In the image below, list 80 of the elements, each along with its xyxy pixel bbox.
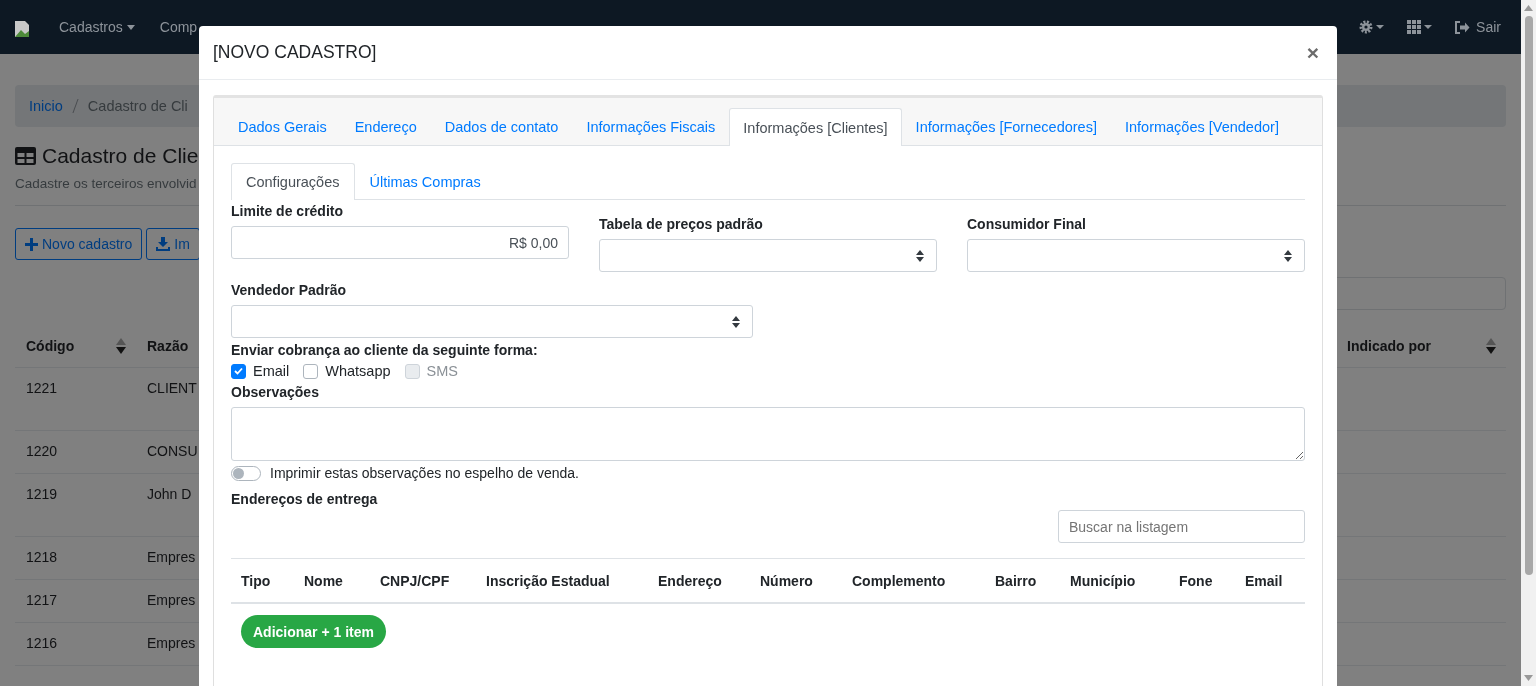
tab[interactable]: Informações Fiscais (572, 108, 730, 145)
column-header[interactable]: Código (26, 338, 75, 354)
checkbox[interactable] (231, 363, 246, 379)
column-header: Email (1245, 572, 1284, 589)
table-cell: 1220 (26, 443, 58, 459)
tab[interactable]: Informações [Clientes] (729, 108, 902, 146)
select-field[interactable] (967, 239, 1305, 272)
exit-icon (1455, 20, 1471, 34)
tab[interactable]: Últimas Compras (354, 163, 496, 199)
nav-menu-item[interactable]: Comp (159, 19, 198, 35)
sort-arrows-icon (916, 249, 924, 262)
sort-arrows-icon (732, 315, 740, 328)
tab[interactable]: Configurações (231, 163, 355, 200)
sort-icon[interactable] (116, 338, 126, 354)
tab[interactable]: Informações [Fornecedores] (901, 108, 1111, 145)
nav-menu-item[interactable]: Cadastros (59, 19, 123, 35)
download-icon (156, 237, 171, 251)
table-cell: Empres (147, 549, 196, 565)
field-label: Enviar cobrança ao cliente da seguinte forma: (231, 342, 539, 358)
column-header: Tipo (241, 572, 272, 589)
sort-icon[interactable] (1486, 338, 1496, 354)
table-cell: 1216 (26, 635, 58, 651)
tab[interactable]: Dados de contato (430, 108, 573, 145)
credit-limit-field[interactable]: R$ 0,00 (231, 226, 569, 259)
table-cell: 1219 (26, 486, 58, 502)
select-field[interactable] (599, 239, 937, 272)
column-header: Endereço (658, 572, 723, 589)
breadcrumb-current: Cadastro de Cli (87, 98, 188, 114)
table-cell: John D (147, 486, 192, 502)
column-header: Complemento (852, 572, 947, 589)
table-cell: CLIENT (147, 380, 197, 396)
broken-image-icon (14, 20, 30, 38)
tab[interactable]: Endereço (340, 108, 431, 145)
scrollbar[interactable] (1521, 0, 1536, 686)
close-button[interactable]: × (1302, 40, 1323, 65)
table-cell: 1221 (26, 380, 58, 396)
modal-title: [NOVO CADASTRO] (213, 42, 377, 63)
column-header: Inscrição Estadual (486, 572, 611, 589)
column-header: Município (1070, 572, 1137, 589)
add-item-button[interactable]: Adicionar + 1 item (241, 615, 386, 648)
field-label: Tabela de preços padrão (599, 216, 764, 232)
table-cell: Empres (147, 592, 196, 608)
field-label: Consumidor Final (967, 216, 1087, 232)
table-cell: 1217 (26, 592, 58, 608)
settings-icon[interactable] (1359, 20, 1386, 34)
column-header: Número (760, 572, 814, 589)
tab[interactable]: Informações [Vendedor] (1110, 108, 1293, 145)
table-cell: CONSU (147, 443, 198, 459)
logout-link[interactable]: Sair (1455, 19, 1501, 35)
field-label: Vendedor Padrão (231, 282, 348, 298)
field-label: Limite de crédito (231, 203, 345, 219)
scroll-up-icon[interactable] (1524, 5, 1533, 11)
apps-grid-icon[interactable] (1407, 20, 1434, 34)
tab[interactable]: Dados Gerais (224, 108, 341, 145)
search-field[interactable]: Buscar na listagem (1058, 510, 1305, 543)
checkbox-label[interactable]: Whatsapp (325, 363, 391, 379)
page-title: Cadastro de Clie (42, 144, 199, 168)
toggle-label: Imprimir estas observações no espelho de venda. (270, 465, 579, 481)
column-header: Bairro (995, 572, 1038, 589)
column-header[interactable]: Indicado por (1347, 338, 1431, 354)
check-icon (234, 367, 243, 375)
field-label: Observações (231, 384, 320, 400)
column-header[interactable]: Razão (147, 338, 189, 354)
section-title: Endereços de entrega (231, 491, 379, 507)
page-subtitle: Cadastre os terceiros envolvid (15, 176, 197, 191)
plus-icon (25, 237, 38, 251)
select-field[interactable] (231, 305, 753, 338)
checkbox[interactable] (303, 363, 319, 379)
column-header: CNPJ/CPF (380, 572, 451, 589)
scroll-down-icon[interactable] (1524, 675, 1533, 681)
new-record-button[interactable]: Novo cadastro (15, 228, 143, 260)
table-cell: Empres (147, 635, 196, 651)
column-header: Nome (304, 572, 344, 589)
notes-field[interactable] (231, 407, 1305, 461)
table-cell: 1218 (26, 549, 58, 565)
checkbox-label[interactable]: Email (253, 363, 290, 379)
column-header: Fone (1179, 572, 1214, 589)
caret-icon[interactable] (126, 24, 135, 30)
table-icon (15, 147, 36, 165)
sort-arrows-icon (1284, 249, 1292, 262)
